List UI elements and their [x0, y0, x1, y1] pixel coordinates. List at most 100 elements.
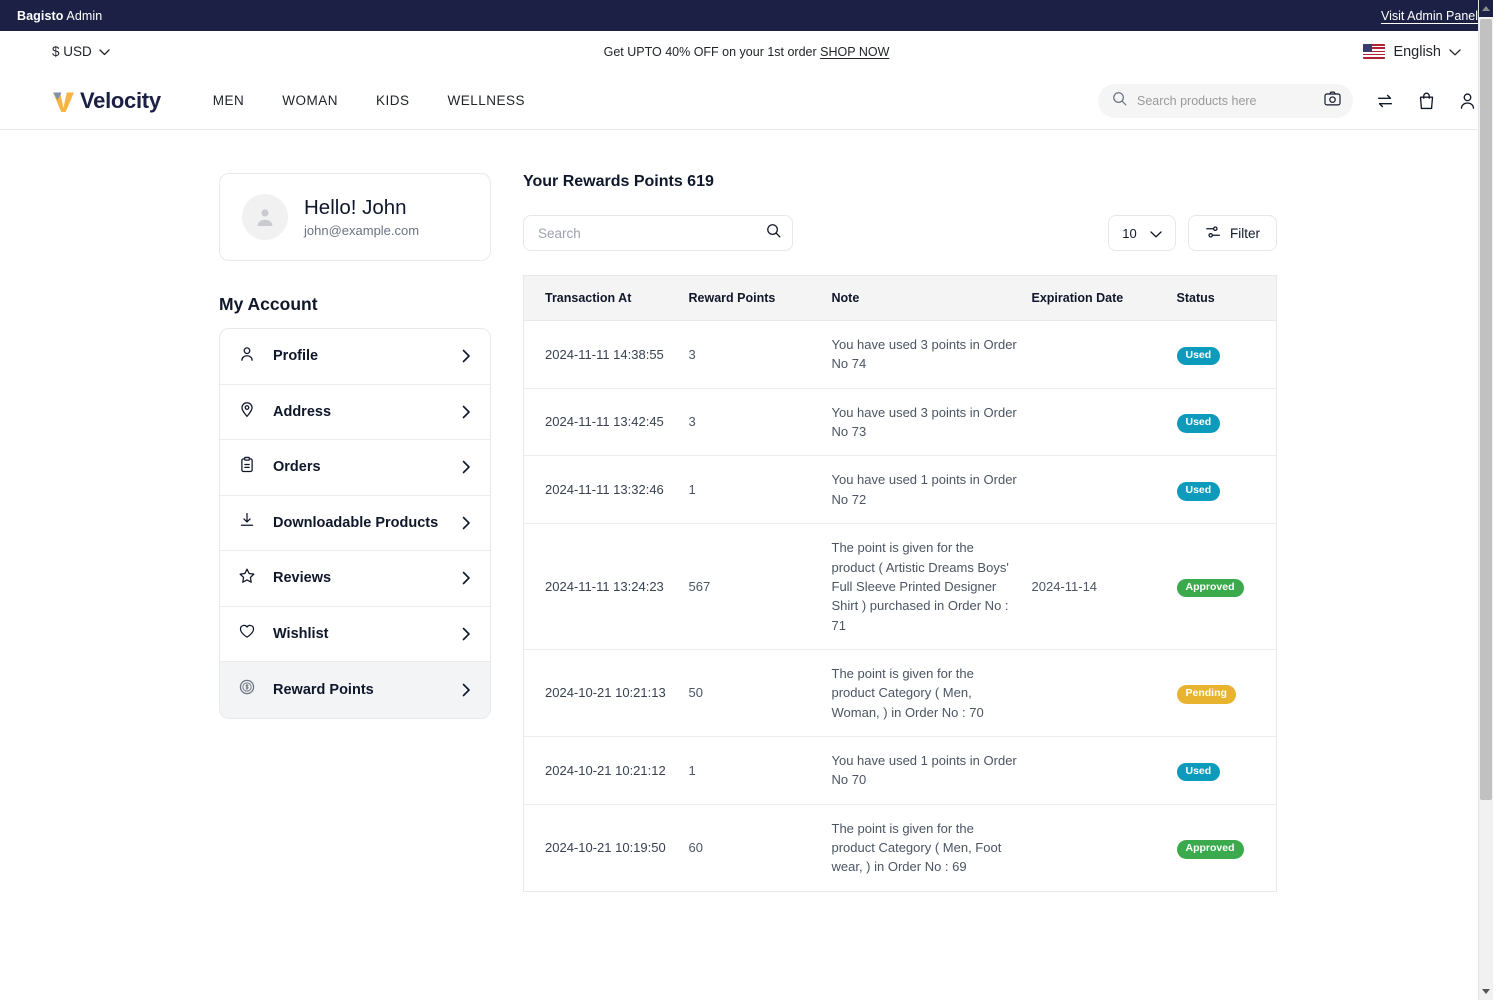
cell-reward-points: 567 [688, 523, 832, 650]
camera-icon[interactable] [1324, 91, 1341, 111]
greeting-text: Hello! John [304, 195, 407, 219]
cell-note: You have used 1 points in Order No 70 [831, 736, 1032, 805]
sidebar-item-label: Wishlist [273, 625, 329, 642]
status-badge: Used [1176, 414, 1221, 433]
sidebar-item-profile[interactable]: Profile [220, 329, 490, 385]
my-account-heading: My Account [219, 294, 318, 314]
cart-bag-icon[interactable] [1417, 91, 1436, 111]
cell-note: The point is given for the product Categ… [831, 649, 1032, 738]
language-switcher[interactable]: English [1363, 44, 1477, 60]
cell-status: Approved [1176, 523, 1277, 650]
account-icon[interactable] [1458, 91, 1477, 111]
sidebar-item-label: Orders [273, 459, 321, 476]
cell-transaction-at: 2024-11-11 13:24:23 [523, 523, 689, 650]
sidebar-item-orders[interactable]: Orders [220, 440, 490, 496]
cell-transaction-at: 2024-10-21 10:21:13 [523, 649, 689, 738]
admin-brand: Bagisto Admin [17, 9, 102, 23]
cell-transaction-at: 2024-11-11 13:42:45 [523, 388, 689, 457]
account-sidebar: Hello! John john@example.com My Account … [219, 173, 491, 892]
chevron-down-icon [1449, 44, 1461, 60]
sidebar-item-reviews[interactable]: Reviews [220, 551, 490, 607]
chevron-down-icon [1150, 226, 1162, 241]
search-icon[interactable] [766, 223, 781, 243]
product-search[interactable] [1098, 83, 1353, 118]
coin-icon [238, 678, 256, 701]
table-header-row: Transaction At Reward Points Note Expira… [523, 275, 1277, 321]
promo-text: Get UPTO 40% OFF on your 1st order [603, 44, 821, 59]
sidebar-item-wishlist[interactable]: Wishlist [220, 606, 490, 662]
scroll-up-arrow[interactable] [1479, 0, 1493, 17]
nav-item-kids[interactable]: KIDS [376, 93, 410, 108]
email-text: john@example.com [304, 223, 420, 239]
search-icon [1112, 91, 1127, 111]
table-row: 2024-11-11 13:42:45 3 You have used 3 po… [523, 388, 1277, 457]
chevron-right-icon [462, 460, 471, 474]
sidebar-item-label: Address [273, 403, 332, 420]
promo-message: Get UPTO 40% OFF on your 1st order SHOP … [0, 45, 1493, 59]
cell-reward-points: 1 [688, 736, 832, 805]
scrollbar-thumb[interactable] [1480, 19, 1492, 800]
cell-expiration-date: 2024-11-14 [1031, 523, 1177, 650]
cell-reward-points: 3 [688, 388, 832, 457]
filter-sliders-icon [1205, 224, 1221, 243]
column-header-note[interactable]: Note [831, 275, 1032, 321]
cell-expiration-date [1031, 736, 1177, 805]
scroll-down-arrow[interactable] [1479, 983, 1493, 1000]
nav-item-men[interactable]: MEN [213, 93, 245, 108]
clipboard-icon [238, 456, 256, 479]
admin-brand-name: Bagisto [17, 8, 64, 23]
column-header-expiration-date[interactable]: Expiration Date [1031, 275, 1177, 321]
table-header: Transaction At Reward Points Note Expira… [523, 275, 1277, 321]
filter-button[interactable]: Filter [1188, 215, 1277, 251]
cell-expiration-date [1031, 455, 1177, 525]
cell-reward-points: 60 [688, 840, 703, 856]
admin-bar: Bagisto Admin Visit Admin Panel [0, 0, 1493, 31]
per-page-select[interactable]: 10 [1108, 215, 1176, 251]
rewards-search-input[interactable] [538, 225, 758, 241]
nav-item-woman[interactable]: WOMAN [282, 93, 338, 108]
sidebar-item-label: Reviews [273, 570, 332, 587]
sidebar-item-downloadable-products[interactable]: Downloadable Products [220, 495, 490, 551]
cell-status: Used [1176, 455, 1277, 525]
chevron-right-icon [462, 516, 471, 530]
cell-status: Used [1176, 320, 1277, 389]
sidebar-item-reward-points[interactable]: Reward Points [220, 662, 490, 718]
chevron-right-icon [462, 571, 471, 585]
visit-admin-panel-link[interactable]: Visit Admin Panel [1381, 9, 1478, 23]
status-badge: Used [1176, 762, 1221, 782]
shop-now-link[interactable]: SHOP NOW [820, 45, 889, 59]
page-scrollbar[interactable] [1478, 0, 1493, 1000]
column-header-reward-points[interactable]: Reward Points [688, 275, 832, 321]
triangle-down-icon [1482, 989, 1490, 994]
currency-label: $ USD [52, 44, 92, 59]
nav-item-wellness[interactable]: WELLNESS [448, 93, 526, 108]
language-label: English [1393, 43, 1441, 60]
status-badge: Approved [1176, 578, 1244, 598]
table-row: 2024-11-11 13:24:23 567 The point is giv… [523, 523, 1277, 650]
header-actions [1098, 83, 1477, 118]
us-flag-icon [1363, 44, 1386, 59]
admin-brand-suffix: Admin [63, 8, 103, 23]
chevron-right-icon [462, 405, 471, 419]
search-input[interactable] [1137, 93, 1314, 108]
promo-bar: $ USD Get UPTO 40% OFF on your 1st order… [0, 31, 1493, 72]
rewards-search[interactable] [523, 215, 793, 251]
sidebar-item-label: Reward Points [273, 681, 374, 698]
sidebar-item-address[interactable]: Address [220, 384, 490, 440]
table-row: 2024-10-21 10:21:13 50 The point is give… [523, 649, 1277, 738]
compare-icon[interactable] [1375, 91, 1395, 111]
status-badge: Used [1176, 346, 1221, 366]
table-row: 2024-11-11 14:38:55 3 You have used 3 po… [523, 320, 1277, 389]
column-header-status[interactable]: Status [1176, 275, 1277, 321]
download-icon [238, 511, 256, 534]
velocity-logo[interactable]: Velocity [50, 88, 161, 114]
column-header-transaction-at[interactable]: Transaction At [523, 275, 689, 321]
cell-status: Used [1176, 388, 1277, 457]
chevron-right-icon [462, 683, 471, 697]
currency-switcher[interactable]: $ USD [52, 44, 110, 59]
main-content: Hello! John john@example.com My Account … [0, 130, 1493, 892]
cell-transaction-at: 2024-11-11 13:32:46 [523, 455, 689, 525]
user-icon [238, 345, 256, 368]
profile-info: Hello! John john@example.com [304, 196, 419, 239]
cell-status: Pending [1176, 649, 1277, 738]
